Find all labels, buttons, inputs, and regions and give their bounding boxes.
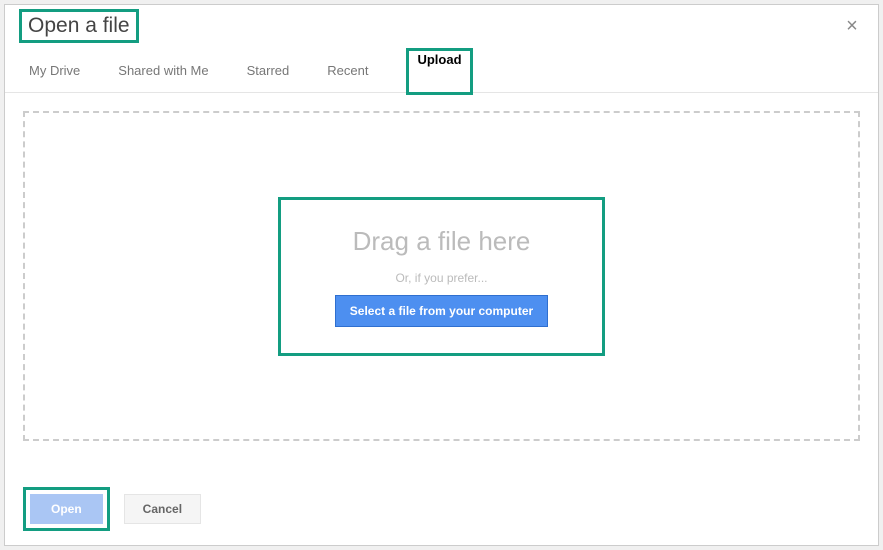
tab-my-drive[interactable]: My Drive	[29, 63, 80, 92]
dialog-content: Drag a file here Or, if you prefer... Se…	[5, 93, 878, 459]
close-icon[interactable]: ×	[840, 14, 864, 38]
tab-starred[interactable]: Starred	[247, 63, 290, 92]
tab-upload-highlight: Upload	[406, 48, 472, 95]
upload-dropzone[interactable]: Drag a file here Or, if you prefer... Se…	[23, 111, 860, 441]
or-prefer-label: Or, if you prefer...	[395, 271, 487, 285]
dialog-header: Open a file ×	[5, 9, 878, 43]
title-highlight: Open a file	[19, 9, 139, 43]
open-button[interactable]: Open	[30, 494, 103, 524]
tab-recent[interactable]: Recent	[327, 63, 368, 92]
open-button-highlight: Open	[23, 487, 110, 531]
dropzone-highlight: Drag a file here Or, if you prefer... Se…	[278, 197, 605, 356]
tab-shared-with-me[interactable]: Shared with Me	[118, 63, 208, 92]
file-picker-dialog: Open a file × My Drive Shared with Me St…	[4, 4, 879, 546]
drag-file-label: Drag a file here	[353, 226, 531, 257]
tabs-bar: My Drive Shared with Me Starred Recent U…	[5, 43, 878, 93]
select-file-button[interactable]: Select a file from your computer	[335, 295, 548, 327]
dialog-footer: Open Cancel	[23, 487, 201, 531]
dialog-title: Open a file	[28, 14, 130, 38]
cancel-button[interactable]: Cancel	[124, 494, 201, 524]
tab-upload[interactable]: Upload	[417, 40, 461, 78]
